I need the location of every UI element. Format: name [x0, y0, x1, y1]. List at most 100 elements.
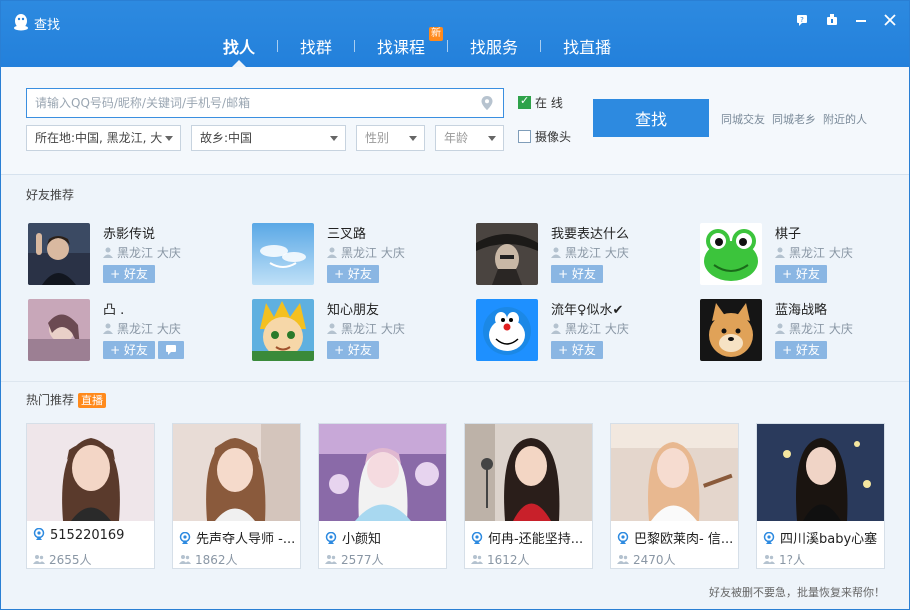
- avatar[interactable]: [700, 223, 762, 285]
- title-bar: 查找 找人 找群 找课程新 找服务 找直播 ?: [1, 1, 909, 67]
- chevron-down-icon: [488, 136, 496, 141]
- friend-name: 知心朋友: [327, 303, 380, 318]
- friend-name: 蓝海战略: [775, 303, 828, 318]
- tab-find-groups[interactable]: 找群: [278, 34, 354, 58]
- anchor-icon: [325, 532, 337, 544]
- skin-icon[interactable]: [825, 14, 839, 28]
- friend-card: 棋子 黑龙江 大庆 + 好友: [700, 223, 900, 285]
- avatar[interactable]: [476, 299, 538, 361]
- camera-checkbox[interactable]: [518, 130, 531, 143]
- live-title: 先声夺人导师 -...: [179, 528, 297, 547]
- friends-section-title: 好友推荐: [26, 188, 75, 202]
- find-window: 查找 找人 找群 找课程新 找服务 找直播 ? 请输入QQ号码/昵称/关键词/手…: [0, 0, 910, 610]
- user-icon: [327, 247, 337, 258]
- live-thumbnail: [611, 424, 738, 521]
- anchor-icon: [471, 532, 483, 544]
- window-title: 查找: [34, 18, 61, 33]
- location-select[interactable]: 所在地:中国, 黑龙江, 大: [26, 125, 181, 151]
- live-thumbnail: [27, 424, 154, 521]
- avatar[interactable]: [252, 299, 314, 361]
- live-card[interactable]: 515220169 2655人: [26, 423, 155, 569]
- friend-name: 我要表达什么: [551, 227, 630, 242]
- friend-card: 蓝海战略 黑龙江 大庆 + 好友: [700, 299, 900, 361]
- live-thumbnail: [757, 424, 884, 521]
- friend-card: 流年♀似水✔ 黑龙江 大庆 + 好友: [476, 299, 676, 361]
- active-tab-caret: [232, 60, 246, 67]
- viewers-icon: [325, 555, 337, 564]
- location-pin-icon[interactable]: [481, 96, 493, 110]
- add-friend-button[interactable]: + 好友: [103, 341, 155, 359]
- friend-name: 棋子: [775, 227, 802, 242]
- minimize-icon[interactable]: [854, 14, 868, 28]
- live-card[interactable]: 四川溪baby心塞 1?人: [756, 423, 885, 569]
- user-icon: [103, 247, 113, 258]
- chevron-down-icon: [409, 136, 417, 141]
- new-badge: 新: [429, 27, 444, 41]
- live-title: 四川溪baby心塞: [763, 528, 881, 547]
- user-icon: [775, 247, 785, 258]
- quick-links: 同城交友 同城老乡 附近的人: [721, 111, 874, 127]
- add-friend-button[interactable]: + 好友: [551, 341, 603, 359]
- live-title: 巴黎欧莱肉- 信...: [617, 528, 735, 547]
- friend-location: 黑龙江 大庆: [551, 244, 629, 261]
- find-button[interactable]: 查找: [593, 99, 709, 137]
- friend-card: 凸 . 黑龙江 大庆 + 好友: [28, 299, 228, 361]
- viewer-count: 2470人: [617, 551, 676, 568]
- hot-section-title: 热门推荐 直播: [26, 391, 107, 408]
- friend-location: 黑龙江 大庆: [551, 320, 629, 337]
- hometown-select[interactable]: 故乡:中国: [191, 125, 346, 151]
- friend-name: 三叉路: [327, 227, 367, 242]
- link-hometown[interactable]: 同城老乡: [772, 113, 816, 126]
- tab-find-services[interactable]: 找服务: [448, 34, 540, 58]
- message-button[interactable]: [158, 341, 184, 359]
- add-friend-button[interactable]: + 好友: [775, 265, 827, 283]
- anchor-icon: [33, 528, 45, 540]
- svg-text:?: ?: [800, 16, 804, 24]
- chat-icon: [166, 345, 176, 355]
- add-friend-button[interactable]: + 好友: [327, 265, 379, 283]
- tab-bar: 找人 找群 找课程新 找服务 找直播: [201, 27, 633, 61]
- link-nearby[interactable]: 附近的人: [823, 113, 867, 126]
- friend-name: 流年♀似水✔: [551, 303, 624, 318]
- friend-name: 赤影传说: [103, 227, 156, 242]
- avatar[interactable]: [476, 223, 538, 285]
- live-thumbnail: [173, 424, 300, 521]
- live-card[interactable]: 巴黎欧莱肉- 信... 2470人: [610, 423, 739, 569]
- link-same-city[interactable]: 同城交友: [721, 113, 765, 126]
- tab-find-live[interactable]: 找直播: [541, 34, 633, 58]
- live-card[interactable]: 先声夺人导师 -... 1862人: [172, 423, 301, 569]
- friend-location: 黑龙江 大庆: [775, 320, 853, 337]
- age-select[interactable]: 年龄: [435, 125, 504, 151]
- online-checkbox[interactable]: [518, 94, 531, 109]
- chevron-down-icon: [330, 136, 338, 141]
- user-icon: [551, 323, 561, 334]
- tab-find-people[interactable]: 找人: [201, 34, 277, 58]
- add-friend-button[interactable]: + 好友: [775, 341, 827, 359]
- viewer-count: 2577人: [325, 551, 384, 568]
- tab-find-courses[interactable]: 找课程新: [355, 27, 447, 58]
- friend-card: 知心朋友 黑龙江 大庆 + 好友: [252, 299, 452, 361]
- add-friend-button[interactable]: + 好友: [551, 265, 603, 283]
- friend-card: 三叉路 黑龙江 大庆 + 好友: [252, 223, 452, 285]
- viewers-icon: [179, 555, 191, 564]
- footer-tip-link[interactable]: 好友被删不要急，批量恢复来帮你！: [709, 584, 885, 600]
- feedback-icon[interactable]: ?: [795, 14, 809, 28]
- close-icon[interactable]: [883, 14, 897, 28]
- friend-location: 黑龙江 大庆: [103, 320, 181, 337]
- user-icon: [103, 323, 113, 334]
- avatar[interactable]: [28, 299, 90, 361]
- avatar[interactable]: [700, 299, 762, 361]
- avatar[interactable]: [28, 223, 90, 285]
- live-title: 何冉-还能坚持...: [471, 528, 589, 547]
- avatar[interactable]: [252, 223, 314, 285]
- gender-select[interactable]: 性别: [356, 125, 425, 151]
- live-card[interactable]: 何冉-还能坚持... 1612人: [464, 423, 593, 569]
- viewers-icon: [617, 555, 629, 564]
- live-card[interactable]: 小颜知 2577人: [318, 423, 447, 569]
- friend-location: 黑龙江 大庆: [103, 244, 181, 261]
- add-friend-button[interactable]: + 好友: [327, 341, 379, 359]
- add-friend-button[interactable]: + 好友: [103, 265, 155, 283]
- viewer-count: 1862人: [179, 551, 238, 568]
- chevron-down-icon: [165, 136, 173, 141]
- search-input[interactable]: [27, 89, 467, 117]
